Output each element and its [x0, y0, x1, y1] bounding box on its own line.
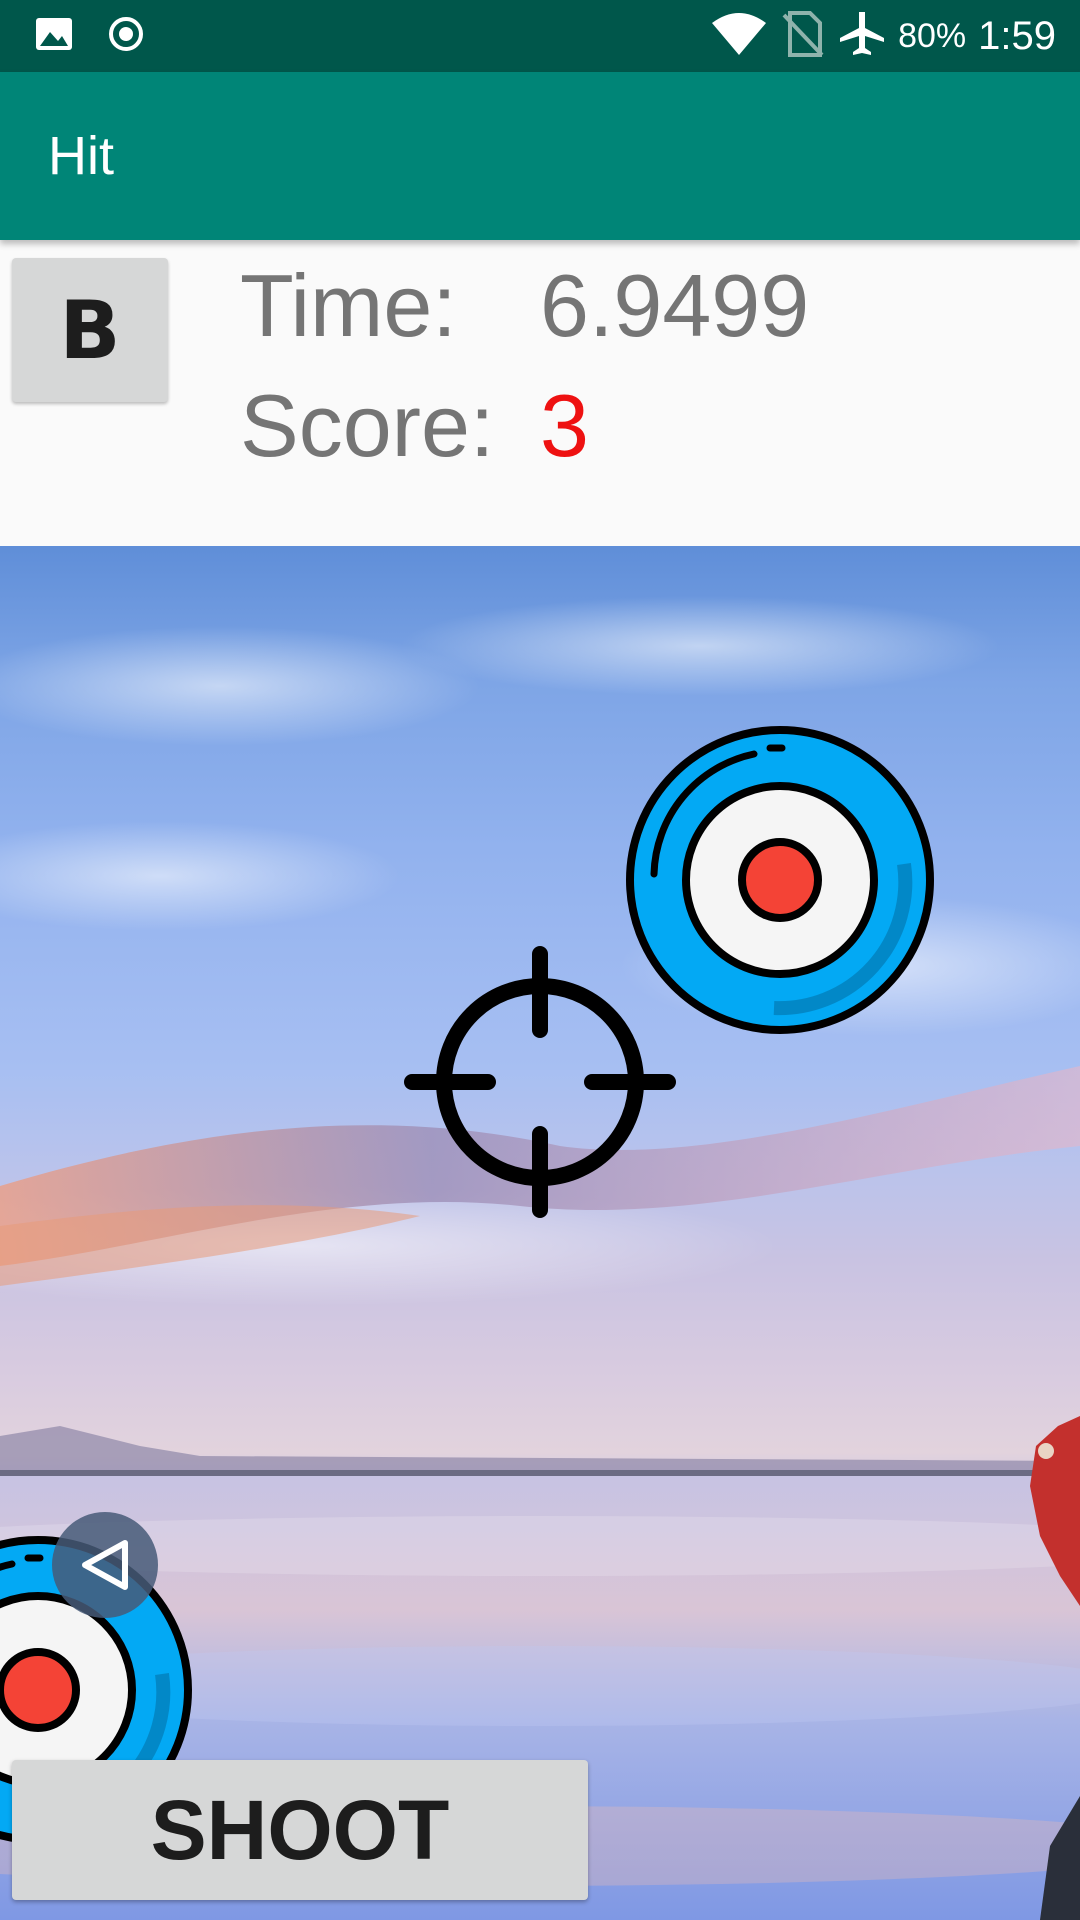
- back-button[interactable]: [52, 1512, 158, 1618]
- time-value: 6.9499: [540, 256, 810, 355]
- time-label: Time:: [240, 256, 457, 355]
- clock: 1:59: [978, 13, 1056, 58]
- status-bar: 80% 1:59: [0, 0, 1080, 72]
- app-bar: Hit: [0, 72, 1080, 240]
- hud-panel: B Time: 6.9499 Score: 3: [0, 240, 1080, 546]
- score-value: 3: [540, 376, 589, 475]
- no-sim-icon: [782, 10, 824, 62]
- shoot-button[interactable]: SHOOT: [12, 1760, 588, 1900]
- image-icon: [34, 14, 74, 59]
- record-icon: [106, 14, 146, 59]
- app-title: Hit: [48, 126, 114, 186]
- b-button[interactable]: B: [12, 258, 168, 402]
- score-label: Score:: [240, 376, 495, 475]
- crosshair-icon: [404, 946, 676, 1218]
- airplane-icon: [838, 10, 886, 63]
- wifi-icon: [710, 11, 768, 62]
- back-triangle-icon: [82, 1540, 128, 1590]
- game-area[interactable]: [0, 546, 1080, 1920]
- battery-percent: 80%: [898, 16, 967, 55]
- status-right-group: 80% 1:59: [710, 0, 1080, 72]
